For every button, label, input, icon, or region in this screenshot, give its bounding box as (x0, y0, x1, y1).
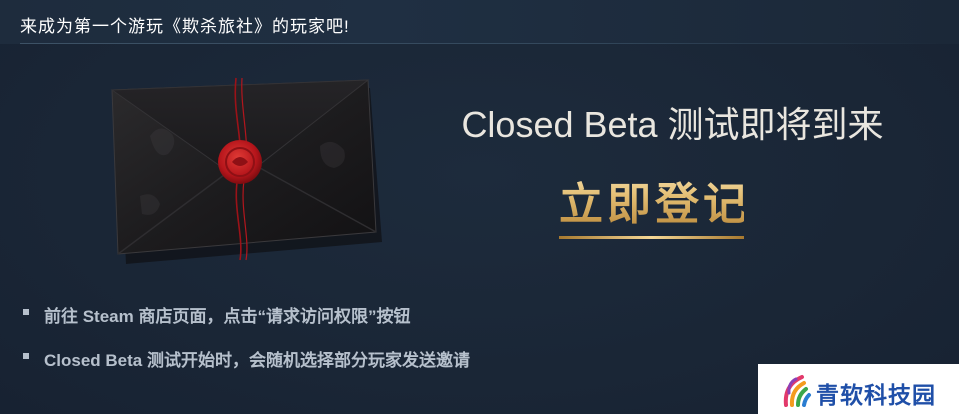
register-underline (559, 236, 744, 239)
watermark: 青软科技园 (758, 364, 959, 414)
watermark-text: 青软科技园 (816, 382, 936, 408)
page-title: 来成为第一个游玩《欺杀旅社》的玩家吧! (20, 17, 350, 36)
page-header: 来成为第一个游玩《欺杀旅社》的玩家吧! (0, 0, 959, 44)
square-bullet-icon (23, 353, 29, 359)
register-now-button[interactable]: 立即登记 (559, 168, 747, 232)
colorful-arc-logo-icon (783, 375, 811, 407)
list-item-text: 前往 Steam 商店页面，点击“请求访问权限”按钮 (44, 307, 411, 326)
list-item-text: Closed Beta 测试开始时，会随机选择部分玩家发送邀请 (44, 351, 470, 370)
envelope-icon (100, 76, 390, 266)
square-bullet-icon (23, 309, 29, 315)
closed-beta-headline: Closed Beta 测试即将到来 (461, 104, 884, 145)
